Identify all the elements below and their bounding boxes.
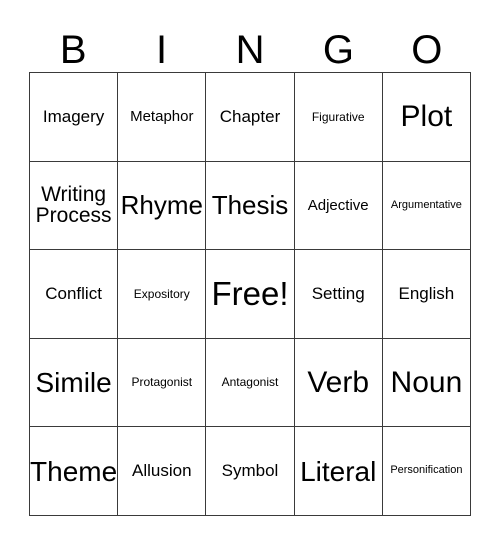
bingo-cell-label: Noun <box>390 366 463 399</box>
bingo-cell[interactable]: Expository <box>118 250 207 339</box>
bingo-cell[interactable]: Allusion <box>118 427 207 516</box>
bingo-cell[interactable]: Rhyme <box>118 161 207 251</box>
bingo-cell-label: Allusion <box>132 461 192 481</box>
bingo-cell-label: Antagonist <box>221 375 279 390</box>
bingo-header-letter-b-text: B <box>59 28 87 72</box>
bingo-cell-label: Chapter <box>219 106 281 126</box>
bingo-cell-label: Plot <box>400 100 453 134</box>
bingo-cell[interactable]: Theme <box>30 427 119 516</box>
bingo-cell[interactable]: Argumentative <box>382 161 471 251</box>
bingo-cell-label: Symbol <box>221 461 279 481</box>
bingo-cell-label: Simile <box>35 367 112 399</box>
bingo-cell-label: Literal <box>300 455 377 487</box>
bingo-cell-label: Argumentative <box>390 198 462 211</box>
bingo-header-letter-o: O <box>383 16 471 72</box>
bingo-cell[interactable]: Metaphor <box>118 73 207 162</box>
bingo-cell[interactable]: Writing Process <box>30 161 119 251</box>
bingo-header-letter-n: N <box>206 16 294 72</box>
bingo-cell[interactable]: Protagonist <box>118 338 207 428</box>
bingo-cell-label: Writing Process <box>35 182 112 228</box>
bingo-header-row: B I N G O <box>29 16 471 72</box>
bingo-cell-label: Setting <box>311 284 365 304</box>
bingo-grid: Imagery Metaphor Chapter Figurative Plot Writ… <box>29 72 471 516</box>
bingo-cell-label: Figurative <box>311 109 365 124</box>
bingo-cell[interactable]: Chapter <box>206 73 295 162</box>
bingo-header-letter-o-text: O <box>411 28 443 72</box>
bingo-cell[interactable]: Antagonist <box>206 338 295 428</box>
bingo-header-letter-b: B <box>29 16 117 72</box>
bingo-cell[interactable]: Setting <box>294 250 383 339</box>
bingo-cell[interactable]: Adjective <box>294 161 383 251</box>
bingo-cell[interactable]: Symbol <box>206 427 295 516</box>
bingo-header-letter-g: G <box>294 16 382 72</box>
bingo-cell[interactable]: Verb <box>294 338 383 428</box>
bingo-cell-label: Metaphor <box>130 108 194 125</box>
bingo-cell-label: Theme <box>30 455 118 487</box>
bingo-cell[interactable]: Thesis <box>206 161 295 251</box>
bingo-cell-label: Free! <box>211 274 289 312</box>
bingo-cell[interactable]: Personification <box>382 427 471 516</box>
bingo-cell-label: Personification <box>390 464 463 477</box>
bingo-cell[interactable]: Conflict <box>30 250 119 339</box>
bingo-cell-label: Rhyme <box>120 189 203 220</box>
bingo-cell-label: Protagonist <box>131 375 193 390</box>
bingo-cell[interactable]: Simile <box>30 338 119 428</box>
bingo-cell[interactable]: Imagery <box>30 73 119 162</box>
bingo-card: B I N G O Imagery Metaphor Chapter Figurati… <box>0 0 500 544</box>
bingo-cell-label: Verb <box>307 366 370 399</box>
bingo-cell-label: Adjective <box>307 196 369 214</box>
bingo-cell-label: Thesis <box>211 189 289 220</box>
bingo-header-letter-g-text: G <box>322 28 354 72</box>
bingo-cell[interactable]: Figurative <box>294 73 383 162</box>
bingo-cell-label: Imagery <box>42 106 105 126</box>
bingo-cell-label: Expository <box>133 286 190 301</box>
bingo-cell-label: English <box>398 284 455 304</box>
bingo-header-letter-i-text: I <box>156 28 168 72</box>
bingo-header-letter-i: I <box>117 16 205 72</box>
bingo-cell[interactable]: Plot <box>382 73 471 162</box>
bingo-cell[interactable]: Literal <box>294 427 383 516</box>
bingo-cell-free[interactable]: Free! <box>206 250 295 339</box>
bingo-header-letter-n-text: N <box>235 28 265 72</box>
bingo-cell-label: Conflict <box>45 284 102 304</box>
bingo-cell[interactable]: Noun <box>382 338 471 428</box>
bingo-cell[interactable]: English <box>382 250 471 339</box>
